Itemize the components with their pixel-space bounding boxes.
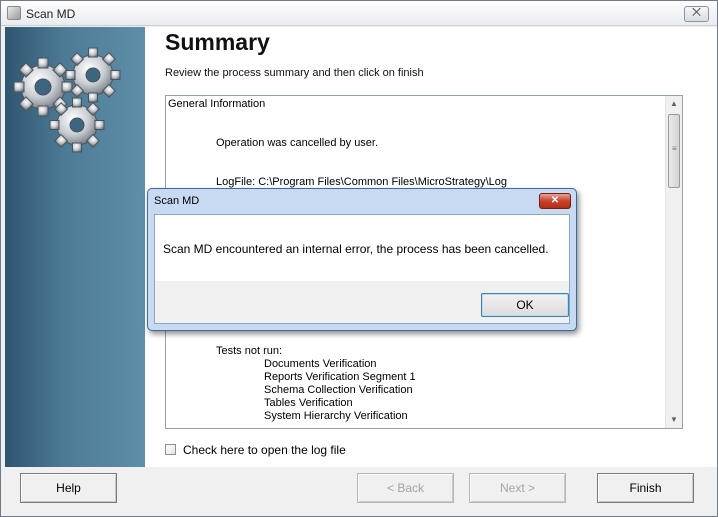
dialog-message-area: Scan MD encountered an internal error, t… xyxy=(155,215,569,281)
page-subtitle: Review the process summary and then clic… xyxy=(165,67,424,79)
error-dialog: Scan MD ✕ Scan MD encountered an interna… xyxy=(147,188,577,331)
window-title: Scan MD xyxy=(26,7,76,21)
title-bar: Scan MD ⨉ xyxy=(1,1,717,26)
next-button[interactable]: Next > xyxy=(469,473,566,503)
scroll-down-icon[interactable]: ▼ xyxy=(666,412,682,428)
grip-icon: ≡ xyxy=(672,144,677,153)
window-close-button[interactable]: ⨉ xyxy=(684,6,709,22)
scroll-up-icon[interactable]: ▲ xyxy=(666,96,682,112)
test-item: Documents Verification xyxy=(264,358,377,370)
finish-button[interactable]: Finish xyxy=(597,473,694,503)
cancelled-message: Operation was cancelled by user. xyxy=(216,137,379,149)
wizard-button-bar: Help < Back Next > Finish xyxy=(1,468,717,516)
gears-icon xyxy=(13,47,121,153)
general-information-label: General Information xyxy=(168,98,266,110)
wizard-side-panel xyxy=(5,27,145,467)
page-title: Summary xyxy=(165,29,270,55)
test-item: Schema Collection Verification xyxy=(264,384,413,396)
tests-not-run-label: Tests not run: xyxy=(216,345,283,357)
test-item: System Hierarchy Verification xyxy=(264,410,408,422)
dialog-title: Scan MD xyxy=(154,195,200,207)
back-button[interactable]: < Back xyxy=(357,473,454,503)
dialog-body: Scan MD encountered an internal error, t… xyxy=(154,214,570,324)
dialog-ok-button[interactable]: OK xyxy=(481,293,569,317)
scroll-thumb[interactable]: ≡ xyxy=(668,114,680,188)
open-log-checkbox[interactable] xyxy=(165,444,176,455)
dialog-message: Scan MD encountered an internal error, t… xyxy=(163,242,549,256)
help-button[interactable]: Help xyxy=(20,473,117,503)
test-item: Reports Verification Segment 1 xyxy=(264,371,416,383)
test-item: Tables Verification xyxy=(264,397,353,409)
open-log-checkbox-label[interactable]: Check here to open the log file xyxy=(183,443,346,457)
summary-scrollbar[interactable]: ▲ ≡ ▼ xyxy=(665,96,682,428)
app-icon xyxy=(7,6,21,20)
dialog-close-button[interactable]: ✕ xyxy=(539,193,571,209)
